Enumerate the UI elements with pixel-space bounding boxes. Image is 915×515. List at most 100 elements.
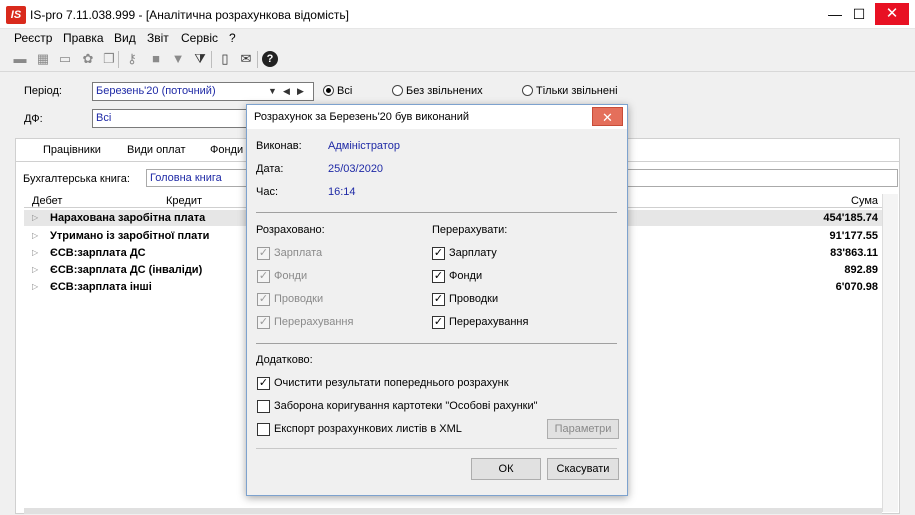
calculated-salary-checkbox: ✓: [257, 247, 270, 260]
row-sum: 454'185.74: [823, 212, 878, 224]
date-label: Дата:: [256, 163, 284, 175]
col-credit[interactable]: Кредит: [166, 195, 202, 207]
radio-only-dismissed-label: Тільки звільнені: [536, 85, 618, 97]
book-label: Бухгалтерська книга:: [23, 173, 130, 185]
menu-edit[interactable]: Правка: [63, 31, 104, 45]
copy-icon[interactable]: ❐: [101, 51, 117, 67]
expand-icon[interactable]: ▷: [32, 213, 38, 222]
expand-icon[interactable]: ▷: [32, 248, 38, 257]
row-name[interactable]: Утримано із заробітної плати: [50, 230, 209, 242]
filter-edit-icon[interactable]: ⧩: [192, 51, 208, 67]
calculated-transfers-label: Перерахування: [274, 316, 354, 328]
forbid-edit-label[interactable]: Заборона коригування картотеки "Особові …: [274, 400, 538, 412]
col-sum[interactable]: Сума: [851, 195, 878, 207]
recalc-label: Перерахувати:: [432, 224, 508, 236]
package-icon[interactable]: ✿: [80, 51, 96, 67]
export-xml-label[interactable]: Експорт розрахункових листів в XML: [274, 423, 462, 435]
radio-only-dismissed[interactable]: [522, 85, 533, 96]
df-label: ДФ:: [24, 113, 43, 125]
period-label: Період:: [24, 85, 62, 97]
app-logo: IS: [6, 6, 26, 24]
filter-icon[interactable]: ▼: [170, 51, 186, 67]
row-name[interactable]: ЄСВ:зарплата ДС: [50, 247, 146, 259]
mail-icon[interactable]: ✉: [238, 51, 254, 67]
divider: [256, 212, 617, 213]
calculated-salary-label: Зарплата: [274, 247, 323, 259]
toolbar-separator: [257, 51, 258, 68]
recalc-postings-checkbox[interactable]: ✓: [432, 293, 445, 306]
recalc-transfers-checkbox[interactable]: ✓: [432, 316, 445, 329]
tab-funds[interactable]: Фонди: [210, 144, 243, 156]
expand-icon[interactable]: ▷: [32, 265, 38, 274]
maximize-icon[interactable]: ☐: [842, 0, 876, 29]
time-value: 16:14: [328, 186, 356, 198]
recalc-transfers-label[interactable]: Перерахування: [449, 316, 528, 328]
dropdown-arrow-icon[interactable]: ▼: [268, 83, 277, 100]
radio-all[interactable]: [323, 85, 334, 96]
executed-value: Адміністратор: [328, 140, 400, 152]
export-xml-checkbox[interactable]: [257, 423, 270, 436]
menu-register[interactable]: Реєстр: [14, 31, 52, 45]
calculated-label: Розраховано:: [256, 224, 325, 236]
forbid-edit-checkbox[interactable]: [257, 400, 270, 413]
dialog-title: Розрахунок за Березень'20 був виконаний: [254, 111, 470, 123]
menu-bar: [0, 29, 915, 48]
tab-payment-types[interactable]: Види оплат: [127, 144, 186, 156]
df-field[interactable]: Всі: [92, 109, 252, 128]
toolbar-separator: [211, 51, 212, 68]
row-sum: 6'070.98: [835, 281, 878, 293]
executed-label: Виконав:: [256, 140, 302, 152]
calculated-funds-checkbox: ✓: [257, 270, 270, 283]
recalc-funds-label[interactable]: Фонди: [449, 270, 482, 282]
key-icon[interactable]: ⚷: [124, 51, 140, 67]
parameters-button[interactable]: Параметри: [547, 419, 619, 439]
period-value: Березень'20 (поточний): [96, 85, 216, 97]
scrollbar[interactable]: [882, 194, 898, 512]
horizontal-scrollbar[interactable]: [24, 508, 882, 514]
stop-icon[interactable]: ■: [148, 51, 164, 67]
tab-employees[interactable]: Працівники: [43, 144, 101, 156]
next-period-icon[interactable]: ▶: [297, 83, 304, 100]
calculated-postings-label: Проводки: [274, 293, 324, 305]
document-icon[interactable]: ▯: [217, 51, 233, 67]
window-title: IS-pro 7.11.038.999 - [Аналітична розрах…: [30, 8, 349, 22]
recalc-funds-checkbox[interactable]: ✓: [432, 270, 445, 283]
folder-icon[interactable]: ▬: [12, 51, 28, 67]
radio-without-dismissed-label: Без звільнених: [406, 85, 483, 97]
menu-help[interactable]: ?: [229, 31, 236, 45]
cancel-button[interactable]: Скасувати: [547, 458, 619, 480]
print-icon[interactable]: ▭: [57, 51, 73, 67]
radio-all-label: Всі: [337, 85, 353, 97]
recalc-salary-label[interactable]: Зарплату: [449, 247, 497, 259]
toolbar-separator: [118, 51, 119, 68]
extra-label: Додатково:: [256, 354, 313, 366]
row-name[interactable]: Нарахована заробітна плата: [50, 212, 205, 224]
row-sum: 892.89: [844, 264, 878, 276]
prev-period-icon[interactable]: ◀: [283, 83, 290, 100]
clear-results-label[interactable]: Очистити результати попереднього розраху…: [274, 377, 509, 389]
col-debit[interactable]: Дебет: [32, 195, 62, 207]
help-icon[interactable]: ?: [262, 51, 278, 67]
period-field[interactable]: Березень'20 (поточний) ▼ ◀ ▶: [92, 82, 314, 101]
menu-service[interactable]: Сервіс: [181, 31, 218, 45]
menu-view[interactable]: Вид: [114, 31, 136, 45]
calc-dialog: Розрахунок за Березень'20 був виконаний …: [246, 104, 628, 496]
date-value: 25/03/2020: [328, 163, 384, 175]
close-icon[interactable]: ✕: [875, 3, 909, 25]
radio-without-dismissed[interactable]: [392, 85, 403, 96]
divider: [256, 343, 617, 344]
row-name[interactable]: ЄСВ:зарплата ДС (інваліди): [50, 264, 202, 276]
calculated-postings-checkbox: ✓: [257, 293, 270, 306]
calculator-icon[interactable]: ▦: [35, 51, 51, 67]
clear-results-checkbox[interactable]: ✓: [257, 377, 270, 390]
expand-icon[interactable]: ▷: [32, 282, 38, 291]
divider: [256, 448, 617, 449]
recalc-postings-label[interactable]: Проводки: [449, 293, 498, 305]
recalc-salary-checkbox[interactable]: ✓: [432, 247, 445, 260]
row-name[interactable]: ЄСВ:зарплата інші: [50, 281, 152, 293]
calculated-transfers-checkbox: ✓: [257, 316, 270, 329]
expand-icon[interactable]: ▷: [32, 231, 38, 240]
menu-report[interactable]: Звіт: [147, 31, 169, 45]
ok-button[interactable]: ОК: [471, 458, 541, 480]
dialog-close-icon[interactable]: ✕: [592, 107, 623, 126]
